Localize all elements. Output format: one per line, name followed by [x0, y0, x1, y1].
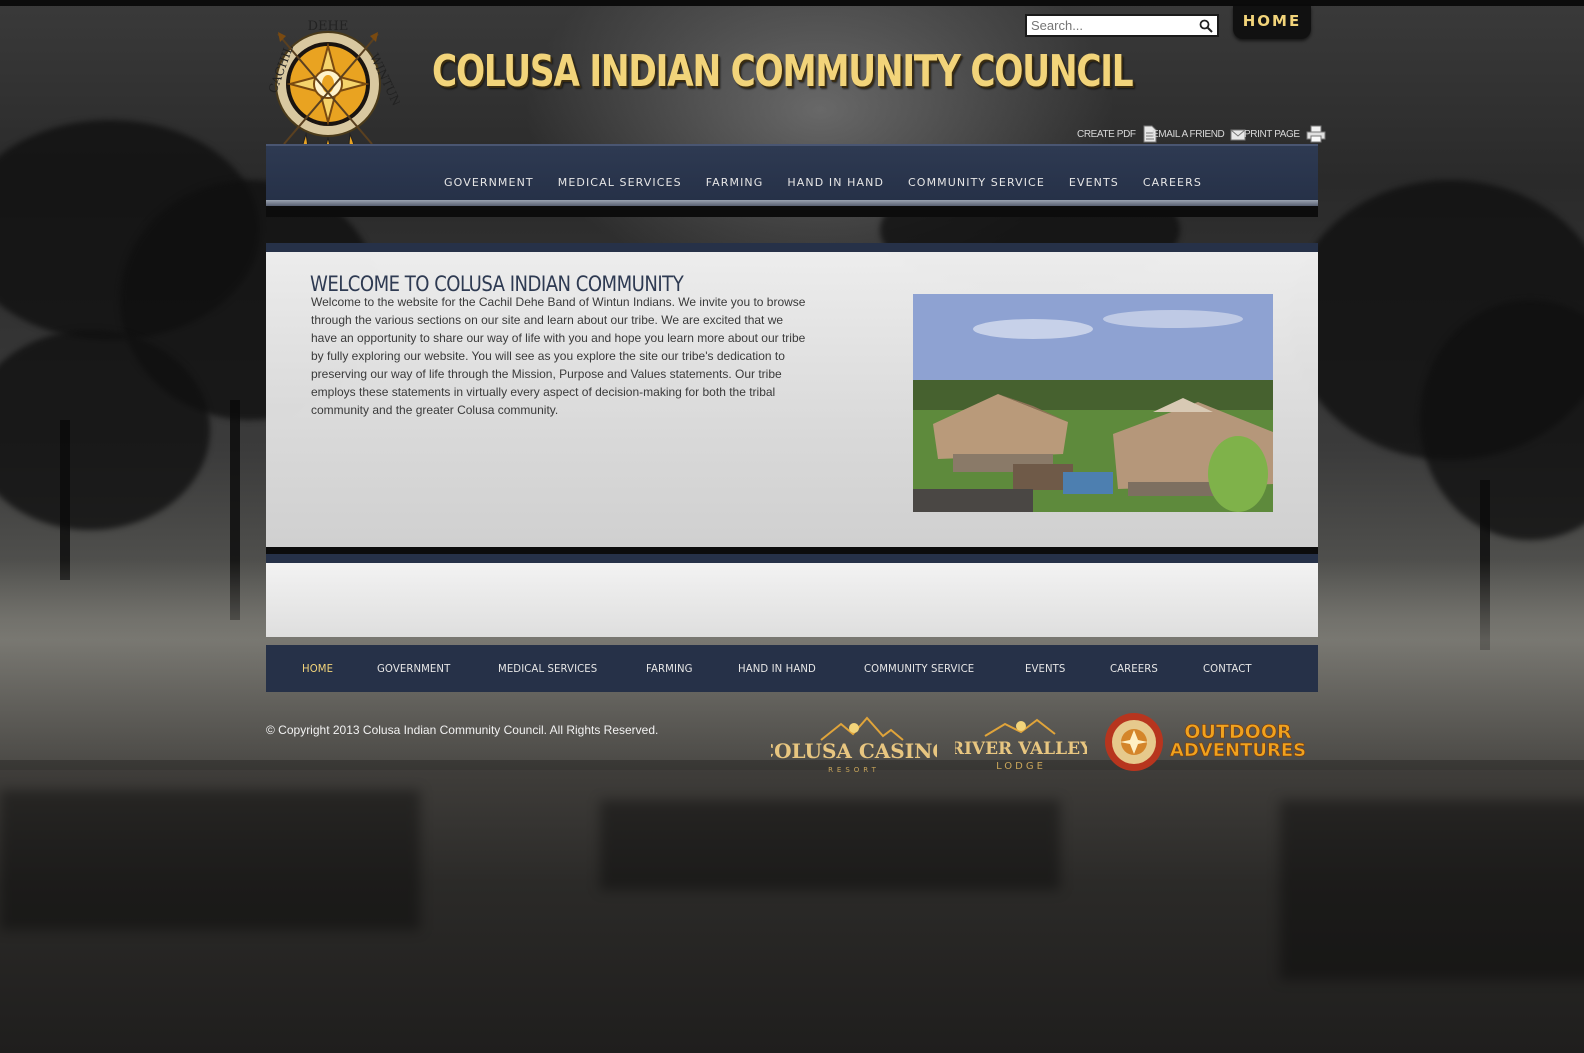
footnav-hand-in-hand[interactable]: HAND IN HAND [738, 662, 816, 675]
topnav-government[interactable]: GOVERNMENT [444, 176, 534, 189]
footnav-medical-services[interactable]: MEDICAL SERVICES [498, 662, 597, 675]
email-friend-link[interactable]: EMAIL A FRIEND [1152, 124, 1246, 144]
svg-text:ADVENTURES: ADVENTURES [1170, 740, 1306, 761]
footnav-farming[interactable]: FARMING [646, 662, 693, 675]
divider [266, 206, 1318, 217]
top-navigation: GOVERNMENT MEDICAL SERVICES FARMING HAND… [266, 144, 1318, 200]
topnav-medical-services[interactable]: MEDICAL SERVICES [558, 176, 682, 189]
welcome-section: WELCOME TO COLUSA INDIAN COMMUNITY Welco… [266, 252, 1318, 547]
divider [266, 554, 1318, 563]
community-center-photo [913, 294, 1273, 512]
welcome-text: Welcome to the website for the Cachil De… [311, 295, 806, 417]
outdoor-adventures-logo[interactable]: OUTDOOR ADVENTURES [1104, 710, 1320, 774]
river-valley-lodge-logo[interactable]: RIVER VALLEY LODGE [950, 716, 1093, 776]
footnav-community-service[interactable]: COMMUNITY SERVICE [864, 662, 974, 675]
svg-text:COLUSA CASINO: COLUSA CASINO [771, 739, 937, 763]
print-page-link[interactable]: PRINT PAGE [1244, 124, 1326, 144]
footer-navigation: HOME GOVERNMENT MEDICAL SERVICES FARMING… [266, 645, 1318, 692]
divider [266, 243, 1318, 252]
search-icon[interactable] [1199, 19, 1213, 33]
topnav-careers[interactable]: CAREERS [1143, 176, 1202, 189]
site-title: COLUSA INDIAN COMMUNITY COUNCIL [432, 46, 1134, 97]
topnav-farming[interactable]: FARMING [706, 176, 764, 189]
create-pdf-link[interactable]: CREATE PDF [1077, 124, 1158, 144]
footnav-contact[interactable]: CONTACT [1203, 662, 1252, 675]
search-box[interactable] [1025, 14, 1219, 37]
top-bar [0, 0, 1584, 6]
print-page-label[interactable]: PRINT PAGE [1244, 129, 1300, 140]
footnav-home[interactable]: HOME [302, 662, 333, 675]
copyright-text: © Copyright 2013 Colusa Indian Community… [266, 723, 659, 737]
home-tab[interactable]: HOME [1233, 6, 1311, 39]
svg-text:DEHE: DEHE [308, 19, 349, 34]
svg-text:RESORT: RESORT [828, 766, 880, 774]
divider [266, 547, 1318, 554]
printer-icon[interactable] [1306, 125, 1326, 143]
colusa-casino-logo[interactable]: COLUSA CASINO RESORT [758, 714, 950, 778]
search-input[interactable] [1031, 18, 1191, 33]
svg-text:RIVER VALLEY: RIVER VALLEY [955, 739, 1087, 759]
create-pdf-label[interactable]: CREATE PDF [1077, 129, 1136, 140]
svg-text:LODGE: LODGE [996, 761, 1046, 772]
topnav-hand-in-hand[interactable]: HAND IN HAND [787, 176, 884, 189]
footnav-events[interactable]: EVENTS [1025, 662, 1065, 675]
footnav-careers[interactable]: CAREERS [1110, 662, 1158, 675]
topnav-events[interactable]: EVENTS [1069, 176, 1119, 189]
footnav-government[interactable]: GOVERNMENT [377, 662, 450, 675]
secondary-section [266, 563, 1318, 637]
email-friend-label[interactable]: EMAIL A FRIEND [1152, 129, 1225, 140]
topnav-community-service[interactable]: COMMUNITY SERVICE [908, 176, 1045, 189]
